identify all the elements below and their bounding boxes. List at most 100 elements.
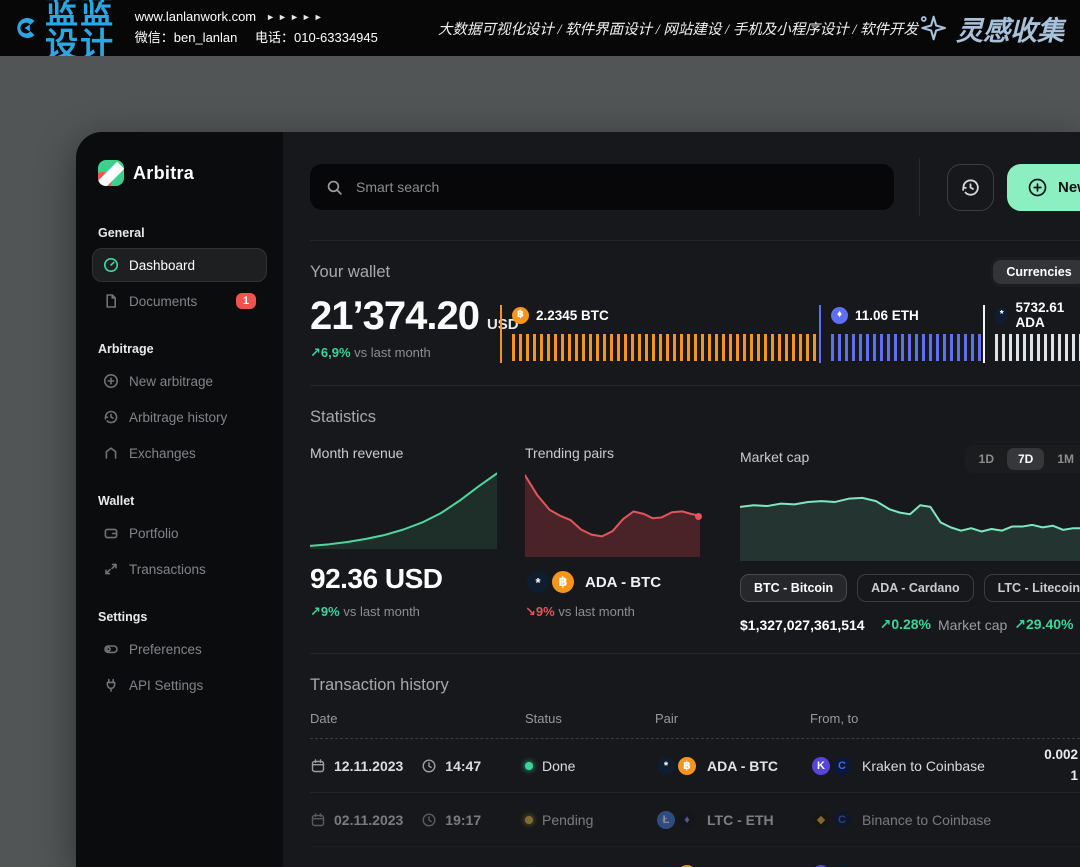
ada-coin-icon: *: [655, 863, 677, 867]
app-brand-name: Arbitra: [133, 163, 194, 184]
pill-ltc-litecoin[interactable]: LTC - Litecoin: [984, 574, 1080, 602]
site-logo-text: 蓝蓝设计: [45, 0, 119, 61]
coinbase-icon: C: [831, 755, 853, 777]
app-brand[interactable]: Arbitra: [98, 160, 261, 186]
col-from-to: From, to: [810, 711, 1020, 726]
sidebar-item-exchanges[interactable]: Exchanges: [92, 436, 267, 470]
wallet-section: Your wallet Currencies E 21’374.20 USD ↗…: [310, 241, 1080, 385]
sidebar-item-label: Documents: [129, 294, 197, 309]
lanlan-logo-icon: [16, 6, 39, 50]
topbar: New a: [310, 158, 1080, 216]
collect-label: 灵感收集: [956, 9, 1064, 48]
market-cap-card: Market cap 1D 7D 1M BTC - Bitcoin ADA - …: [740, 445, 1080, 633]
phone-label: 电话：010-63334945: [255, 30, 378, 45]
ada-amount: 5732.61 ADA: [1015, 300, 1080, 330]
tab-currencies[interactable]: Currencies: [993, 260, 1080, 284]
amount-cell: 0.0000: [1020, 863, 1080, 867]
sidebar-item-transactions[interactable]: Transactions: [92, 552, 267, 586]
pill-btc-bitcoin[interactable]: BTC - Bitcoin: [740, 574, 847, 602]
sidebar-section-arbitrage: Arbitrage New arbitrage Arbitrage histor…: [98, 342, 261, 470]
btc-coin-icon: ฿: [676, 863, 698, 867]
ada-coin-icon: *: [525, 569, 551, 595]
clock-icon: [421, 812, 437, 828]
site-url[interactable]: www.lanlanwork.com: [135, 7, 256, 28]
search-bar[interactable]: [310, 164, 894, 210]
card-label: Trending pairs: [525, 445, 700, 465]
trending-pairs-chart: [525, 471, 700, 557]
sidebar-section-settings: Settings Preferences API Settings: [98, 610, 261, 702]
inspiration-collect[interactable]: 灵感收集: [918, 9, 1064, 48]
sidebar-item-api-settings[interactable]: API Settings: [92, 668, 267, 702]
section-title: Arbitrage: [98, 342, 261, 356]
section-title: Wallet: [98, 494, 261, 508]
coinbase-icon: C: [831, 863, 853, 867]
sidebar-item-label: Transactions: [129, 562, 206, 577]
transfer-arrows-icon: [103, 561, 119, 577]
history-button[interactable]: [947, 164, 994, 211]
status-dot: [525, 816, 533, 824]
history-icon: [103, 409, 119, 425]
tab-7d[interactable]: 7D: [1007, 448, 1044, 470]
eth-coin-icon: ♦: [676, 809, 698, 831]
sidebar-item-documents[interactable]: Documents 1: [92, 284, 267, 318]
table-row[interactable]: 02.11.2023 19:17 Pending Ł ♦ LTC - ETH: [310, 793, 1080, 847]
market-cap-chart: [740, 479, 1080, 561]
section-title: Settings: [98, 610, 261, 624]
sidebar-section-wallet: Wallet Portfolio Transactions: [98, 494, 261, 586]
search-icon: [326, 179, 343, 196]
toggle-icon: [103, 641, 119, 657]
search-input[interactable]: [354, 178, 878, 196]
calendar-icon: [310, 758, 326, 774]
topbar-divider: [919, 158, 920, 216]
statistics-section: Statistics Month revenue 92.36 USD ↗9% v…: [310, 386, 1080, 633]
sidebar-item-arbitrage-history[interactable]: Arbitrage history: [92, 400, 267, 434]
site-banner: 蓝蓝设计 www.lanlanwork.com ►►►►► 微信：ben_lan…: [0, 0, 1080, 56]
table-row[interactable]: 12.11.2023 14:47 Done * ฿ ADA - BTC: [310, 739, 1080, 793]
table-row[interactable]: 29.10.2023 04:23 Done * ฿ ADA - BTC: [310, 847, 1080, 867]
tab-1d[interactable]: 1D: [968, 448, 1005, 470]
date-cell: 12.11.2023 14:47: [310, 758, 525, 774]
documents-badge: 1: [236, 293, 256, 309]
market-cap-footer: $1,327,027,361,514 ↗0.28% Market cap ↗29…: [740, 616, 1080, 633]
wallet-amount-value: 21’374.20: [310, 296, 479, 336]
btc-amount: 2.2345 BTC: [536, 308, 609, 323]
ada-coin-icon: *: [995, 307, 1008, 324]
route-cell: K C Kraken to Coinbase: [810, 863, 1020, 867]
sidebar-item-label: Portfolio: [129, 526, 179, 541]
route-cell: K C Kraken to Coinbase: [810, 755, 1020, 777]
banner-contact: www.lanlanwork.com ►►►►► 微信：ben_lanlan 电…: [135, 7, 392, 49]
site-logo[interactable]: 蓝蓝设计: [16, 0, 119, 61]
exchange-building-icon: [103, 445, 119, 461]
gauge-icon: [103, 257, 119, 273]
status-label: Done: [542, 758, 575, 774]
new-arbitrage-button[interactable]: New a: [1007, 164, 1080, 211]
transaction-history-section: Transaction history Date Status Pair Fro…: [310, 654, 1080, 867]
arrows-decoration: ►►►►►: [266, 10, 326, 24]
document-icon: [103, 293, 119, 309]
status-cell: Pending: [525, 812, 655, 828]
pair-name: ADA - BTC: [585, 574, 661, 591]
sidebar-item-new-arbitrage[interactable]: New arbitrage: [92, 364, 267, 398]
sidebar-item-portfolio[interactable]: Portfolio: [92, 516, 267, 550]
pill-ada-cardano[interactable]: ADA - Cardano: [857, 574, 973, 602]
ada-coin-icon: *: [655, 755, 677, 777]
status-dot: [525, 762, 533, 770]
kraken-icon: K: [810, 755, 832, 777]
sidebar-item-label: Dashboard: [129, 258, 195, 273]
btc-coin-icon: ฿: [512, 307, 529, 324]
ltc-coin-icon: Ł: [655, 809, 677, 831]
route-cell: ◆ C Binance to Coinbase: [810, 809, 1020, 831]
statistics-title: Statistics: [310, 408, 1080, 427]
wallet-distribution-bar: ฿ 2.2345 BTC ♦ 11.06 ETH: [500, 305, 1080, 363]
market-cap-value: $1,327,027,361,514: [740, 617, 865, 633]
wechat-label: 微信：ben_lanlan: [135, 30, 238, 45]
trending-pair: * ฿ ADA - BTC: [525, 569, 700, 595]
wallet-segment-eth: ♦ 11.06 ETH: [819, 305, 983, 363]
month-revenue-chart: [310, 471, 497, 549]
tab-1m[interactable]: 1M: [1046, 448, 1080, 470]
card-label: Market cap: [740, 449, 809, 469]
sidebar-item-preferences[interactable]: Preferences: [92, 632, 267, 666]
binance-icon: ◆: [810, 809, 832, 831]
eth-amount: 11.06 ETH: [855, 308, 919, 323]
sidebar-item-dashboard[interactable]: Dashboard: [92, 248, 267, 282]
